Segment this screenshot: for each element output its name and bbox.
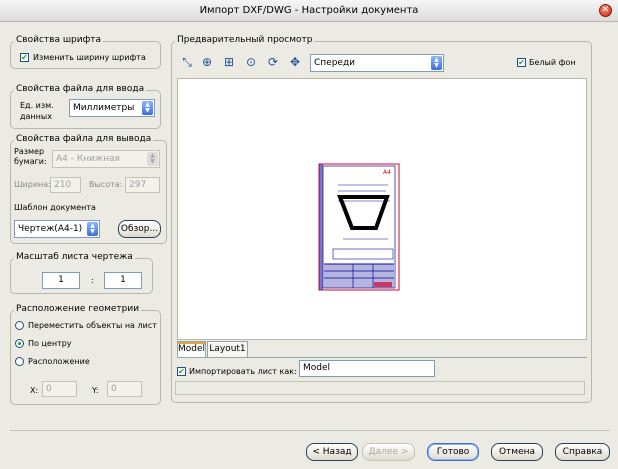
height-label: Высота: [89,180,123,189]
tabs-underline [177,357,587,358]
change-font-width-label: Изменить ширину шрифта [33,53,146,62]
output-file-properties-title: Свойства файла для вывода [14,134,154,144]
units-select-value: Миллиметры [73,103,135,113]
white-background-label: Белый фон [529,58,576,67]
width-input[interactable]: 210 [50,177,81,193]
radio-move-objects-label: Переместить объекты на лист [28,321,157,330]
radio-center-label: По центру [28,339,72,348]
preview-canvas[interactable]: A4 [177,78,587,340]
scale-separator: : [91,276,94,285]
scale-right-input[interactable]: 1 [104,272,142,289]
paper-size-label-line2: бумаги: [14,157,47,166]
zoom-in-icon[interactable]: ⊕ [199,54,215,70]
document-template-select[interactable]: Чертеж(A4-1) ▲ ▼ [14,220,100,238]
paper-size-select-value: A4 - Книжная [56,154,120,164]
units-label-line1: Ед. изм. [20,101,54,110]
import-sheet-label: Импортировать лист как: [189,367,297,376]
zoom-window-icon[interactable]: ⊞ [221,54,237,70]
chevron-updown-icon: ▲ ▼ [147,152,158,166]
chevron-updown-icon: ▲ ▼ [431,56,442,70]
sheet-scale-title: Масштаб листа чертежа [14,252,135,262]
preview-title: Предварительный просмотр [175,35,315,45]
x-input[interactable]: 0 [42,381,77,397]
radio-move-objects[interactable] [15,321,24,330]
chevron-updown-icon: ▲ ▼ [142,101,153,115]
width-label: Ширина: [14,180,51,189]
next-button[interactable]: Далее > [362,443,415,461]
change-font-width-checkbox[interactable]: ✔ [20,53,29,62]
paper-size-label-line1: Размер [14,147,45,156]
footer-divider [10,430,610,431]
import-sheet-input[interactable]: Model [299,360,435,377]
status-bar [175,381,585,395]
back-button[interactable]: < Назад [306,443,358,461]
units-label-line2: данных [20,112,52,121]
radio-position[interactable] [15,357,24,366]
finish-button[interactable]: Готово [427,443,479,461]
drawing-mark: A4 [383,169,391,176]
view-select[interactable]: Спереди ▲ ▼ [310,54,444,72]
height-input[interactable]: 297 [125,177,160,193]
geometry-position-title: Расположение геометрии [14,304,142,314]
document-template-value: Чертеж(A4-1) [18,224,83,234]
chevron-updown-icon: ▲ ▼ [87,222,98,236]
input-file-properties-title: Свойства файла для ввода [14,84,147,94]
x-label: X: [30,386,39,395]
pointer-icon[interactable]: ⤡ [179,54,195,70]
tab-model[interactable]: Model [177,341,206,357]
drawing-preview: A4 [318,163,400,291]
close-button[interactable]: ●✕ [599,4,612,17]
paper-size-select[interactable]: A4 - Книжная ▲ ▼ [52,150,160,168]
rotate-icon[interactable]: ⟳ [265,54,281,70]
radio-center[interactable] [15,339,24,348]
radio-position-label: Расположение [28,357,90,366]
cancel-button[interactable]: Отмена [491,443,543,461]
white-background-checkbox[interactable]: ✔ [517,58,526,67]
pan-icon[interactable]: ✥ [287,54,303,70]
document-template-label: Шаблон документа [14,203,96,212]
import-sheet-checkbox[interactable]: ✔ [177,367,186,376]
units-select[interactable]: Миллиметры ▲ ▼ [69,99,155,117]
tab-layout1[interactable]: Layout1 [207,341,248,357]
font-properties-title: Свойства шрифта [14,35,104,45]
browse-button[interactable]: Обзор... [118,220,161,238]
view-select-value: Спереди [314,58,356,68]
zoom-extents-icon[interactable]: ⊙ [243,54,259,70]
y-label: Y: [92,386,99,395]
scale-left-input[interactable]: 1 [42,272,80,289]
y-input[interactable]: 0 [107,381,142,397]
window-title: Импорт DXF/DWG - Настройки документа [199,5,419,16]
help-button[interactable]: Справка [555,443,610,461]
